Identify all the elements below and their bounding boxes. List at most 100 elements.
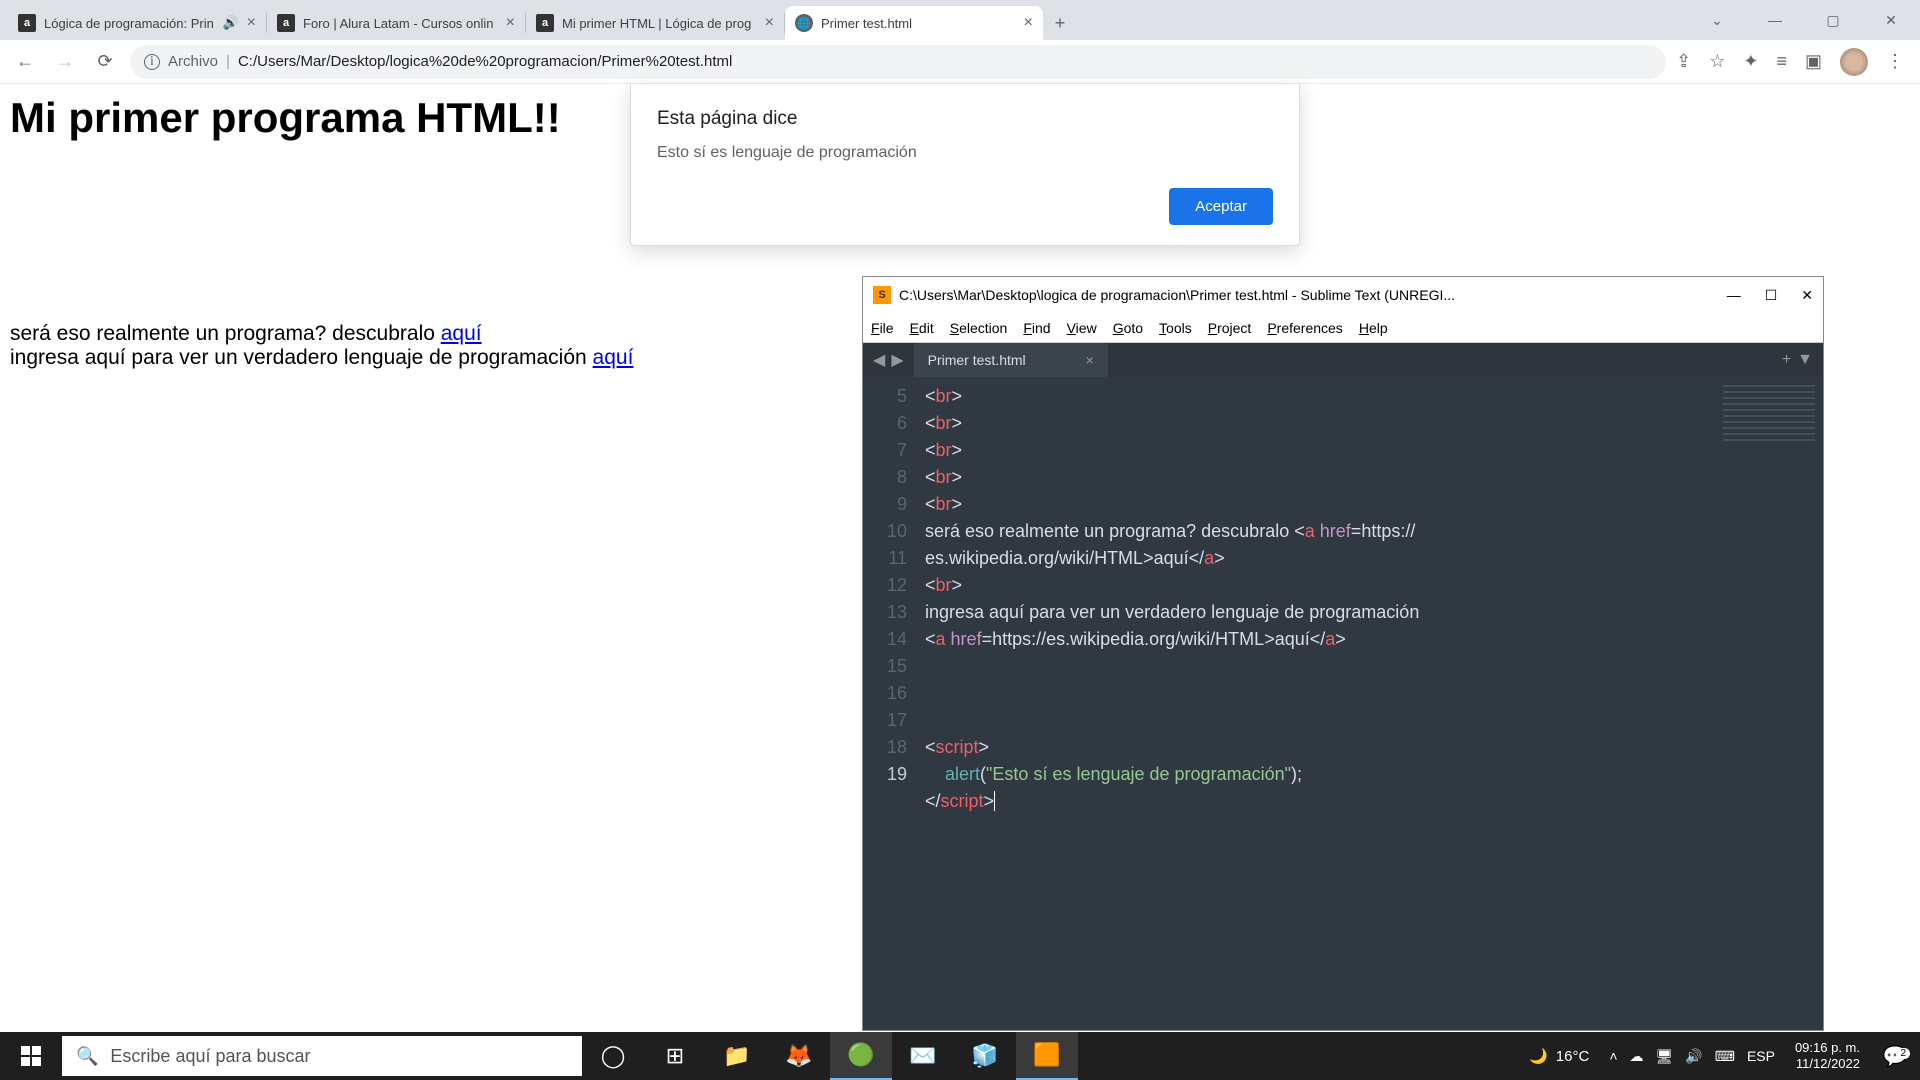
close-icon[interactable]: × [506,14,515,32]
tab-title: Primer test.html [821,16,1016,31]
menu-selection[interactable]: Selection [950,320,1008,336]
minimap[interactable] [1719,381,1819,471]
sublime-window: S C:\Users\Mar\Desktop\logica de program… [862,276,1824,1031]
back-button[interactable]: ← [10,47,40,77]
sublime-editor[interactable]: 5 6 7 8 9 10 11 12 13 14 15 16 17 18 19 … [863,377,1823,1030]
favicon-alura-icon: a [536,14,554,32]
menu-edit[interactable]: Edit [910,320,934,336]
tray-chevron-icon[interactable]: ˄ [1609,1048,1617,1064]
maximize-icon[interactable]: ☐ [1765,287,1778,304]
menu-goto[interactable]: Goto [1113,320,1143,336]
clock-time: 09:16 p. m. [1795,1040,1860,1056]
favicon-alura-icon: a [277,14,295,32]
task-view-icon[interactable]: ⊞ [644,1032,706,1080]
system-tray: ˄ ☁ 🖥 🔊 ⌨ ESP [1599,1048,1785,1065]
close-icon[interactable]: ✕ [1801,287,1813,304]
menu-project[interactable]: Project [1208,320,1252,336]
keyboard-icon[interactable]: ⌨ [1715,1048,1735,1065]
maximize-icon[interactable]: ▢ [1804,0,1862,40]
weather-icon: 🌙 [1529,1047,1548,1065]
menu-file[interactable]: File [871,320,894,336]
network-icon[interactable]: 🖥 [1656,1048,1674,1065]
extensions-icon[interactable]: ✦ [1743,51,1758,72]
js-alert-dialog: Esta página dice Esto sí es lenguaje de … [630,84,1300,246]
close-window-icon[interactable]: ✕ [1862,0,1920,40]
browser-tab-strip: a Lógica de programación: Prin 🔊 × a For… [0,0,1920,40]
tab-prev-icon[interactable]: ◀ [873,350,885,370]
tab-title: Mi primer HTML | Lógica de prog [562,16,757,31]
cortana-icon[interactable]: ◯ [582,1032,644,1080]
dialog-title: Esta página dice [657,108,1273,130]
sublime-taskbar-icon[interactable]: 🟧 [1016,1032,1078,1080]
new-tab-button[interactable]: + [1043,6,1077,40]
close-icon[interactable]: × [247,14,256,32]
sublime-icon: S [873,286,891,304]
address-sep: | [226,53,230,70]
tab-add-icon[interactable]: + [1782,351,1791,369]
clock-date: 11/12/2022 [1795,1056,1860,1072]
forward-button[interactable]: → [50,47,80,77]
omnibox[interactable]: i Archivo | C:/Users/Mar/Desktop/logica%… [130,45,1666,79]
tab-title: Foro | Alura Latam - Cursos onlin [303,16,498,31]
tab-next-icon[interactable]: ▶ [891,350,903,370]
reload-button[interactable]: ⟳ [90,47,120,77]
start-button[interactable] [0,1032,62,1080]
side-panel-icon[interactable]: ▣ [1805,51,1822,72]
gutter: 5 6 7 8 9 10 11 12 13 14 15 16 17 18 19 [863,377,917,1030]
sublime-menu-bar: File Edit Selection Find View Goto Tools… [863,313,1823,343]
profile-avatar[interactable] [1840,48,1868,76]
menu-find[interactable]: Find [1023,320,1050,336]
link-aqui-1[interactable]: aquí [441,322,482,345]
language-indicator[interactable]: ESP [1747,1048,1775,1064]
browser-tab[interactable]: a Mi primer HTML | Lógica de prog × [526,6,784,40]
sublime-tab-name: Primer test.html [928,352,1026,368]
menu-icon[interactable]: ⋮ [1886,51,1904,72]
bookmark-icon[interactable]: ☆ [1709,51,1725,72]
search-placeholder: Escribe aquí para buscar [110,1046,310,1067]
minimize-icon[interactable]: — [1746,0,1804,40]
sublime-title: C:\Users\Mar\Desktop\logica de programac… [899,287,1719,303]
notification-badge: 2 [1896,1048,1910,1059]
close-icon[interactable]: × [1086,352,1094,368]
browser-tab[interactable]: a Lógica de programación: Prin 🔊 × [8,6,266,40]
tab-title: Lógica de programación: Prin [44,16,214,31]
temperature: 16°C [1556,1048,1590,1065]
weather-widget[interactable]: 🌙 16°C [1519,1047,1599,1065]
reading-list-icon[interactable]: ≡ [1776,51,1787,72]
chevron-down-icon[interactable]: ⌄ [1688,0,1746,40]
minimize-icon[interactable]: — [1727,287,1741,304]
favicon-alura-icon: a [18,14,36,32]
audio-icon[interactable]: 🔊 [222,15,238,31]
mail-icon[interactable]: ✉️ [892,1032,954,1080]
windows-taskbar: 🔍 Escribe aquí para buscar ◯ ⊞ 📁 🦊 🟢 ✉️ … [0,1032,1920,1080]
sublime-title-bar[interactable]: S C:\Users\Mar\Desktop\logica de program… [863,277,1823,313]
link-aqui-2[interactable]: aquí [593,346,634,369]
tab-menu-icon[interactable]: ▼ [1797,351,1813,369]
browser-tab[interactable]: a Foro | Alura Latam - Cursos onlin × [267,6,525,40]
browser-tab-active[interactable]: 🌐 Primer test.html × [785,6,1043,40]
volume-icon[interactable]: 🔊 [1685,1048,1702,1065]
menu-help[interactable]: Help [1359,320,1388,336]
menu-view[interactable]: View [1067,320,1097,336]
taskbar-search[interactable]: 🔍 Escribe aquí para buscar [62,1036,582,1076]
firefox-icon[interactable]: 🦊 [768,1032,830,1080]
code-area[interactable]: <br> <br> <br> <br> <br> será eso realme… [917,377,1823,1030]
sublime-file-tab[interactable]: Primer test.html × [914,343,1108,377]
dialog-accept-button[interactable]: Aceptar [1169,188,1273,225]
onedrive-icon[interactable]: ☁ [1630,1048,1644,1065]
menu-tools[interactable]: Tools [1159,320,1192,336]
dialog-message: Esto sí es lenguaje de programación [657,144,1273,162]
favicon-globe-icon: 🌐 [795,14,813,32]
close-icon[interactable]: × [1024,14,1033,32]
info-icon[interactable]: i [144,54,160,70]
close-icon[interactable]: × [765,14,774,32]
chrome-icon[interactable]: 🟢 [830,1032,892,1080]
taskbar-clock[interactable]: 09:16 p. m. 11/12/2022 [1785,1040,1870,1072]
address-bar: ← → ⟳ i Archivo | C:/Users/Mar/Desktop/l… [0,40,1920,84]
explorer-icon[interactable]: 📁 [706,1032,768,1080]
store-icon[interactable]: 🧊 [954,1032,1016,1080]
share-icon[interactable]: ⇪ [1676,51,1691,72]
action-center-icon[interactable]: 💬2 [1870,1044,1920,1069]
menu-preferences[interactable]: Preferences [1267,320,1343,336]
sublime-tab-row: ◀ ▶ Primer test.html × + ▼ [863,343,1823,377]
